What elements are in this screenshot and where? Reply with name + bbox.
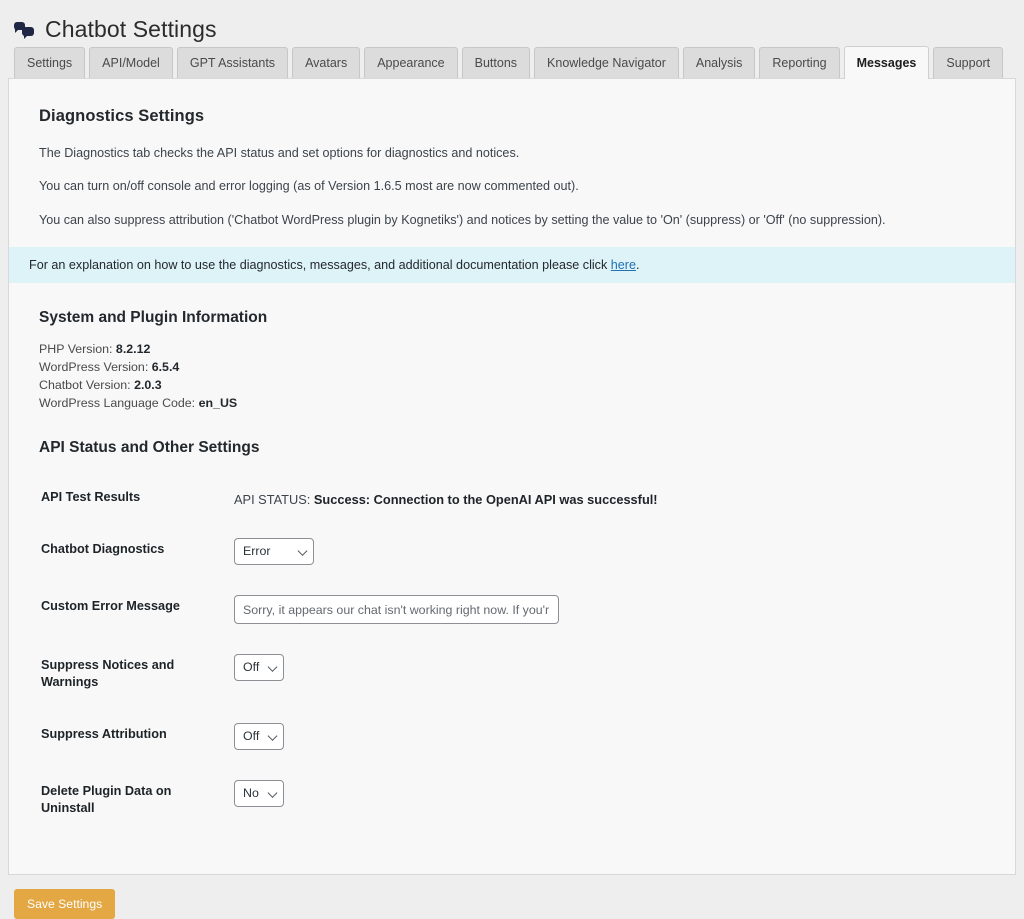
- suppress-notices-and-warnings-label: Suppress Notices and Warnings: [41, 658, 175, 689]
- chatbot-diagnostics-select-wrap: OffSuccessFailureErrorWarningNoticeInfoD…: [234, 538, 314, 566]
- delete-plugin-data-on-uninstall-select-wrap: YesNo: [234, 780, 284, 808]
- custom-error-message-label: Custom Error Message: [41, 599, 180, 614]
- suppress-attribution-select-wrap: OnOff: [234, 723, 284, 751]
- tab-knowledge-navigator[interactable]: Knowledge Navigator: [534, 47, 679, 78]
- tab-avatars[interactable]: Avatars: [292, 47, 361, 78]
- api-status-prefix: API STATUS:: [234, 491, 314, 507]
- table-row-suppress-attribution: Suppress Attribution OnOff: [39, 708, 985, 765]
- delete-plugin-data-on-uninstall-label: Delete Plugin Data on Uninstall: [41, 784, 172, 815]
- tab-messages[interactable]: Messages: [843, 46, 930, 79]
- system-info-label: WordPress Language Code:: [39, 395, 196, 410]
- api-status-message: Success: Connection to the OpenAI API wa…: [313, 491, 658, 507]
- description-paragraph-2: You can turn on/off console and error lo…: [39, 179, 579, 194]
- suppress-notices-and-warnings-select[interactable]: OnOff: [234, 654, 284, 682]
- system-info-row: WordPress Language Code: en_US: [39, 395, 985, 413]
- tab-appearance[interactable]: Appearance: [364, 47, 458, 78]
- delete-plugin-data-on-uninstall-cell: YesNo: [234, 765, 985, 834]
- table-row-custom-error-message: Custom Error Message: [39, 580, 985, 639]
- table-row-chatbot-diagnostics: Chatbot Diagnostics OffSuccessFailureErro…: [39, 523, 985, 580]
- custom-error-message-input[interactable]: [234, 595, 559, 625]
- api-test-results-label: API Test Results: [41, 489, 141, 504]
- system-info-value: 8.2.12: [115, 341, 151, 356]
- tab-gpt-assistants[interactable]: GPT Assistants: [176, 47, 289, 78]
- chatbot-diagnostics-select[interactable]: OffSuccessFailureErrorWarningNoticeInfoD…: [234, 538, 314, 566]
- delete-plugin-data-on-uninstall-select[interactable]: YesNo: [234, 780, 284, 808]
- system-info-value: en_US: [198, 395, 238, 410]
- save-settings-button[interactable]: Save Settings: [14, 889, 116, 919]
- chatbot-diagnostics-cell: OffSuccessFailureErrorWarningNoticeInfoD…: [234, 523, 985, 580]
- documentation-notice: For an explanation on how to use the dia…: [9, 246, 1015, 283]
- tab-analysis[interactable]: Analysis: [682, 47, 756, 78]
- system-info-row: PHP Version: 8.2.12: [39, 341, 985, 359]
- documentation-here-link[interactable]: here: [611, 258, 636, 272]
- table-row-suppress-notices-and-warnings: Suppress Notices and Warnings OnOff: [39, 639, 985, 708]
- chat-bubbles-icon: [14, 21, 36, 40]
- system-info-label: PHP Version:: [39, 341, 113, 356]
- tab-support[interactable]: Support: [933, 47, 1004, 78]
- diagnostics-settings-heading: Diagnostics Settings: [39, 107, 205, 125]
- suppress-notices-and-warnings-cell: OnOff: [234, 639, 985, 708]
- table-row-api-test-results: API Test Results API STATUS: Success: Co…: [39, 471, 985, 524]
- tab-settings[interactable]: Settings: [14, 47, 86, 78]
- table-row-delete-plugin-data-on-uninstall: Delete Plugin Data on Uninstall YesNo: [39, 765, 985, 834]
- system-info-value: 2.0.3: [134, 377, 162, 392]
- description-paragraph-3: You can also suppress attribution ('Chat…: [39, 212, 886, 227]
- suppress-attribution-label: Suppress Attribution: [41, 727, 167, 742]
- suppress-notices-and-warnings-select-wrap: OnOff: [234, 654, 284, 682]
- notice-text-before: For an explanation on how to use the dia…: [29, 257, 611, 272]
- system-info-value: 6.5.4: [151, 359, 180, 374]
- system-info-label: WordPress Version:: [39, 359, 149, 374]
- tab-bar: Settings API/Model GPT Assistants Avatars Ap…: [0, 46, 1024, 79]
- suppress-attribution-select[interactable]: OnOff: [234, 723, 284, 751]
- system-info-heading: System and Plugin Information: [39, 308, 268, 326]
- save-settings-area: Save Settings: [0, 875, 1024, 919]
- api-status-heading: API Status and Other Settings: [39, 438, 260, 456]
- page-title: Chatbot Settings: [45, 16, 217, 42]
- suppress-attribution-cell: OnOff: [234, 708, 985, 765]
- system-info-label: Chatbot Version:: [39, 377, 131, 392]
- api-status-value: API STATUS: Success: Connection to the O…: [234, 471, 985, 524]
- system-info-list: PHP Version: 8.2.12 WordPress Version: 6.…: [39, 341, 985, 413]
- tab-reporting[interactable]: Reporting: [759, 47, 840, 78]
- system-info-row: Chatbot Version: 2.0.3: [39, 377, 985, 395]
- settings-panel: Diagnostics Settings The Diagnostics tab…: [8, 78, 1016, 876]
- description-paragraph-1: The Diagnostics tab checks the API statu…: [39, 146, 520, 160]
- system-info-row: WordPress Version: 6.5.4: [39, 359, 985, 377]
- tab-buttons[interactable]: Buttons: [461, 47, 531, 78]
- chatbot-diagnostics-label: Chatbot Diagnostics: [41, 542, 165, 557]
- notice-text-after: .: [636, 257, 640, 272]
- tab-api-model[interactable]: API/Model: [89, 47, 173, 78]
- page-header: Chatbot Settings: [0, 0, 1024, 46]
- custom-error-message-cell: [234, 580, 985, 639]
- settings-form-table: API Test Results API STATUS: Success: Co…: [39, 471, 985, 835]
